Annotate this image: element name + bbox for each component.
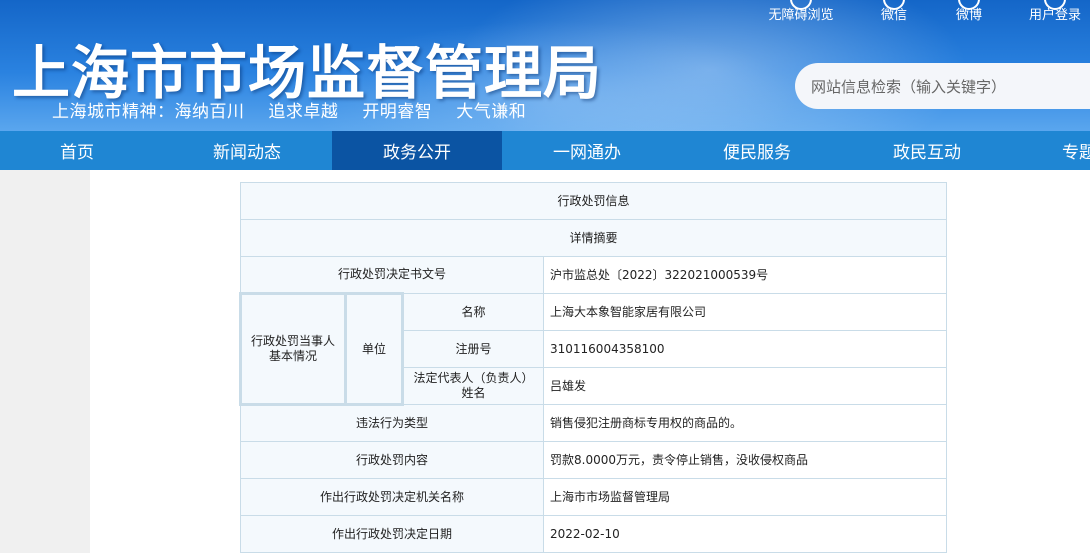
nav-item-gov-affairs[interactable]: 政务公开 — [332, 131, 502, 170]
date-label: 作出行政处罚决定日期 — [240, 515, 544, 553]
decision-no-label: 行政处罚决定书文号 — [240, 256, 544, 294]
legal-rep-label: 法定代表人（负责人）姓名 — [402, 367, 544, 405]
site-header: 上海市市场监督管理局 上海城市精神：海纳百川 追求卓越 开明睿智 大气谦和 无障… — [0, 0, 1090, 131]
penalty-value: 罚款8.0000万元，责令停止销售，没收侵权商品 — [542, 441, 948, 479]
name-label: 名称 — [402, 293, 544, 331]
wechat-link[interactable]: 微信 — [878, 0, 910, 26]
date-value: 2022-02-10 — [542, 515, 948, 553]
weibo-link[interactable]: 微博 — [953, 0, 985, 26]
city-slogan: 上海城市精神：海纳百川 追求卓越 开明睿智 大气谦和 — [52, 97, 544, 122]
reg-no-value: 310116004358100 — [542, 330, 948, 368]
slogan-part: 追求卓越 — [268, 102, 339, 122]
violation-type-label: 违法行为类型 — [240, 404, 544, 442]
table-row: 行政处罚信息 — [239, 182, 948, 220]
table-row: 违法行为类型 销售侵犯注册商标专用权的商品的。 — [240, 404, 948, 442]
violation-type-value: 销售侵犯注册商标专用权的商品的。 — [542, 404, 948, 442]
unit-label: 单位 — [344, 292, 404, 406]
reg-no-label: 注册号 — [402, 330, 544, 368]
table-row: 行政处罚当事人基本情况 单位 名称 上海大本象智能家居有限公司 — [239, 292, 948, 406]
party-label: 行政处罚当事人基本情况 — [239, 292, 347, 406]
search-input[interactable]: 网站信息检索（输入关键字） — [795, 63, 1090, 109]
user-login-link[interactable]: 用户登录 — [1027, 0, 1083, 26]
slogan-part: 上海城市精神：海纳百川 — [52, 102, 245, 122]
nav-item-topics[interactable]: 专题 — [1012, 131, 1090, 170]
table-title: 行政处罚信息 — [239, 182, 948, 220]
nav-item-home[interactable]: 首页 — [0, 131, 162, 170]
nav-item-interaction[interactable]: 政民互动 — [842, 131, 1012, 170]
legal-rep-value: 吕雄发 — [542, 367, 948, 405]
table-row: 作出行政处罚决定机关名称 上海市市场监督管理局 — [240, 478, 948, 516]
table-row: 行政处罚决定书文号 沪市监总处〔2022〕322021000539号 — [240, 256, 948, 294]
slogan-part: 开明睿智 — [362, 102, 433, 122]
table-row: 行政处罚内容 罚款8.0000万元，责令停止销售，没收侵权商品 — [240, 441, 948, 479]
decision-no-value: 沪市监总处〔2022〕322021000539号 — [542, 256, 948, 294]
table-subtitle: 详情摘要 — [239, 219, 948, 257]
table-row: 详情摘要 — [239, 219, 948, 257]
accessibility-link[interactable]: 无障碍浏览 — [768, 0, 834, 26]
penalty-label: 行政处罚内容 — [240, 441, 544, 479]
nav-item-public-service[interactable]: 便民服务 — [672, 131, 842, 170]
table-row: 作出行政处罚决定日期 2022-02-10 — [240, 515, 948, 553]
authority-value: 上海市市场监督管理局 — [542, 478, 948, 516]
name-value: 上海大本象智能家居有限公司 — [542, 293, 948, 331]
nav-item-online-service[interactable]: 一网通办 — [502, 131, 672, 170]
search-placeholder: 网站信息检索（输入关键字） — [811, 77, 1007, 96]
authority-label: 作出行政处罚决定机关名称 — [240, 478, 544, 516]
slogan-part: 大气谦和 — [456, 102, 527, 122]
nav-item-news[interactable]: 新闻动态 — [162, 131, 332, 170]
penalty-detail-table: 行政处罚信息 详情摘要 行政处罚决定书文号 沪市监总处〔2022〕3220210… — [239, 182, 948, 553]
main-nav: 首页 新闻动态 政务公开 一网通办 便民服务 政民互动 专题 — [0, 131, 1090, 170]
